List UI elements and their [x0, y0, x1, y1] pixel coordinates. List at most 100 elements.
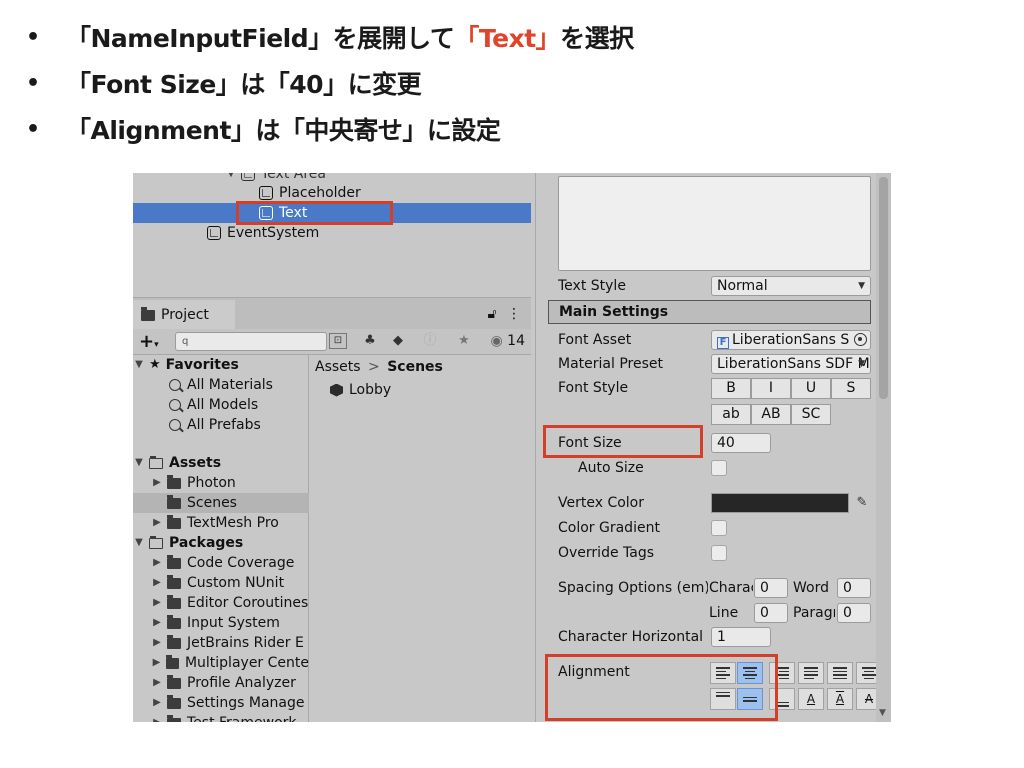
font-style-lowercase-button[interactable]: ab — [711, 404, 751, 425]
line-spacing-input[interactable]: 0 — [754, 603, 788, 623]
folder-icon — [167, 474, 181, 489]
collapse-arrow-icon[interactable]: ▶ — [151, 613, 163, 633]
char-horizontal-input[interactable]: 1 — [711, 627, 771, 647]
collapse-arrow-icon[interactable]: ▶ — [151, 653, 162, 673]
hidden-packages-count[interactable]: ◉ 14 — [491, 331, 526, 351]
char-spacing-input[interactable]: 0 — [754, 578, 788, 598]
tree-package-item[interactable]: ▶ Settings Manage — [133, 693, 309, 713]
tree-label: TextMesh Pro — [187, 515, 279, 531]
tree-scenes[interactable]: Scenes — [133, 493, 309, 513]
inspector-scrollbar[interactable]: ▼ — [876, 173, 891, 722]
tree-favorites[interactable]: ▼ ★ Favorites — [133, 355, 309, 375]
expand-arrow-icon[interactable]: ▼ — [133, 355, 145, 375]
align-justified-button[interactable] — [798, 662, 824, 684]
kebab-menu-icon[interactable]: ⋮ — [507, 306, 521, 322]
char-horizontal-label: Character Horizontal — [558, 629, 704, 645]
scroll-down-arrow-icon[interactable]: ▼ — [879, 708, 886, 718]
eyedropper-icon[interactable]: ✎ — [852, 493, 872, 513]
font-size-input[interactable]: 40 — [711, 433, 771, 453]
tree-assets[interactable]: ▼ Assets — [133, 453, 309, 473]
font-style-uppercase-button[interactable]: AB — [751, 404, 791, 425]
tree-label: Packages — [169, 535, 244, 551]
tree-all-prefabs[interactable]: All Prefabs — [133, 415, 309, 435]
material-preset-dropdown[interactable]: LiberationSans SDF M — [711, 354, 871, 374]
color-gradient-checkbox[interactable] — [711, 520, 727, 536]
font-style-italic-button[interactable]: I — [751, 378, 791, 399]
instruction-2-text: 「Font Size」は「40」に変更 — [66, 70, 422, 99]
folder-icon — [167, 714, 181, 722]
hierarchy-item-label: Placeholder — [279, 185, 361, 201]
tree-package-item[interactable]: ▶ Editor Coroutines — [133, 593, 309, 613]
tree-package-item[interactable]: ▶ Profile Analyzer — [133, 673, 309, 693]
paragraph-spacing-input[interactable]: 0 — [837, 603, 871, 623]
file-item-lobby[interactable]: Lobby — [330, 380, 391, 400]
collapse-arrow-icon[interactable]: ▶ — [151, 693, 163, 713]
tree-package-item[interactable]: ▶ Code Coverage — [133, 553, 309, 573]
font-style-underline-button[interactable]: U — [791, 378, 831, 399]
search-by-type-icon[interactable]: ⊡ — [329, 333, 347, 349]
lock-icon[interactable]: 🔓︎ — [487, 306, 496, 322]
folder-icon — [141, 306, 155, 321]
hierarchy-item-eventsystem[interactable]: EventSystem — [207, 223, 319, 243]
info-icon[interactable]: ⓘ — [419, 331, 441, 351]
expand-arrow-icon[interactable]: ▼ — [225, 173, 237, 184]
instruction-2: • 「Font Size」は「40」に変更 — [26, 60, 634, 106]
create-plus-button[interactable]: +▾ — [139, 331, 159, 352]
instruction-1: • 「NameInputField」を展開して 「Text」 を選択 — [26, 14, 634, 60]
text-style-dropdown[interactable]: Normal — [711, 276, 871, 296]
text-input-area[interactable] — [558, 176, 871, 271]
label-tag-icon[interactable]: ◆ — [387, 331, 409, 351]
tree-package-item[interactable]: ▶ JetBrains Rider E — [133, 633, 309, 653]
main-settings-header[interactable]: Main Settings — [548, 300, 871, 324]
filter-type-icon[interactable]: ♣ — [359, 331, 381, 351]
hierarchy-item-placeholder[interactable]: Placeholder — [259, 183, 361, 203]
tree-package-item[interactable]: ▶ Custom NUnit — [133, 573, 309, 593]
word-spacing-input[interactable]: 0 — [837, 578, 871, 598]
folder-icon — [167, 594, 181, 609]
override-tags-checkbox[interactable] — [711, 545, 727, 561]
font-style-strikethrough-button[interactable]: S — [831, 378, 871, 399]
collapse-arrow-icon[interactable]: ▶ — [151, 673, 163, 693]
tree-package-item[interactable]: ▶ Test Framework — [133, 713, 309, 722]
collapse-arrow-icon[interactable]: ▶ — [151, 713, 163, 722]
tree-packages[interactable]: ▼ Packages — [133, 533, 309, 553]
tree-all-materials[interactable]: All Materials — [133, 375, 309, 395]
word-spacing-label: Word — [793, 580, 829, 596]
valign-baseline-button[interactable]: A — [798, 688, 824, 710]
folder-open-icon — [149, 535, 163, 549]
tree-package-item[interactable]: ▶ Input System — [133, 613, 309, 633]
expand-arrow-icon[interactable]: ▼ — [133, 533, 145, 553]
instruction-3-text: 「Alignment」は「中央寄せ」に設定 — [66, 116, 501, 145]
tree-all-models[interactable]: All Models — [133, 395, 309, 415]
vertex-color-swatch[interactable] — [711, 493, 849, 513]
font-style-bold-button[interactable]: B — [711, 378, 751, 399]
tree-photon[interactable]: ▶ Photon — [133, 473, 309, 493]
align-flush-button[interactable] — [827, 662, 853, 684]
expand-arrow-icon[interactable]: ▼ — [133, 453, 145, 473]
collapse-arrow-icon[interactable]: ▶ — [151, 513, 163, 533]
favorite-star-icon[interactable]: ★ — [453, 331, 475, 351]
word-spacing-value: 0 — [843, 580, 852, 596]
tree-package-item[interactable]: ▶ Multiplayer Cente — [133, 653, 309, 673]
breadcrumb-separator: > — [368, 359, 380, 375]
auto-size-checkbox[interactable] — [711, 460, 727, 476]
collapse-arrow-icon[interactable]: ▶ — [151, 633, 163, 653]
valign-midline-button[interactable]: A — [827, 688, 853, 710]
scrollbar-thumb[interactable] — [879, 177, 888, 399]
collapse-arrow-icon[interactable]: ▶ — [151, 473, 163, 493]
breadcrumb-scenes[interactable]: Scenes — [387, 359, 443, 375]
project-search-input[interactable]: q — [175, 332, 327, 351]
tab-project[interactable]: Project — [133, 300, 235, 330]
char-spacing-label: Charac — [709, 580, 753, 596]
collapse-arrow-icon[interactable]: ▶ — [151, 553, 163, 573]
object-picker-icon[interactable] — [854, 333, 867, 346]
folder-open-icon — [149, 455, 163, 469]
tab-menu: 🔓︎ ⋮ — [487, 306, 521, 322]
breadcrumb-assets[interactable]: Assets — [315, 359, 361, 375]
font-style-smallcaps-button[interactable]: SC — [791, 404, 831, 425]
tree-textmesh-pro[interactable]: ▶ TextMesh Pro — [133, 513, 309, 533]
collapse-arrow-icon[interactable]: ▶ — [151, 593, 163, 613]
hierarchy-item-label: EventSystem — [227, 225, 320, 241]
font-asset-field[interactable]: F LiberationSans S — [711, 330, 871, 350]
collapse-arrow-icon[interactable]: ▶ — [151, 573, 163, 593]
